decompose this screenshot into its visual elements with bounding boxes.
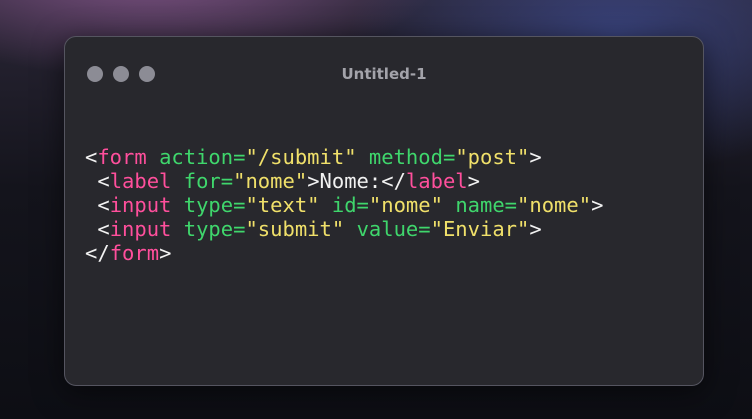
tag-name: form: [109, 241, 160, 265]
code-line: <input type="text" id="nome" name="nome"…: [85, 193, 603, 217]
code-text: >: [591, 193, 604, 217]
code-line: </form>: [85, 241, 603, 265]
code-text: <: [85, 169, 110, 193]
code-text: <: [85, 145, 98, 169]
attribute-name: for=: [183, 169, 234, 193]
code-text: >: [529, 145, 542, 169]
tag-name: label: [405, 169, 468, 193]
code-text: >: [529, 217, 542, 241]
string-value: "submit": [245, 217, 345, 241]
attribute-name: id=: [331, 193, 369, 217]
code-text: >: [467, 169, 480, 193]
tag-name: input: [109, 193, 172, 217]
string-value: "/submit": [245, 145, 357, 169]
code-line: <form action="/submit" method="post">: [85, 145, 603, 169]
tag-name: label: [109, 169, 172, 193]
code-text: <: [85, 193, 110, 217]
string-value: "text": [245, 193, 320, 217]
editor-window: Untitled-1 <form action="/submit" method…: [64, 36, 704, 386]
tag-name: input: [109, 217, 172, 241]
code-text: <: [85, 217, 110, 241]
code-line: <label for="nome">Nome:</label>: [85, 169, 603, 193]
window-title: Untitled-1: [341, 65, 427, 83]
string-value: "post": [455, 145, 530, 169]
string-value: "nome": [517, 193, 592, 217]
string-value: "Enviar": [430, 217, 530, 241]
attribute-name: type=: [183, 217, 246, 241]
tag-name: form: [97, 145, 147, 169]
string-value: "nome": [233, 169, 308, 193]
attribute-name: action=: [159, 145, 246, 169]
code-text: >Nome:</: [307, 169, 406, 193]
title-bar: Untitled-1: [65, 37, 703, 107]
code-text: </: [85, 241, 110, 265]
string-value: "nome": [368, 193, 443, 217]
attribute-name: name=: [455, 193, 518, 217]
attribute-name: value=: [356, 217, 431, 241]
code-line: <input type="submit" value="Enviar">: [85, 217, 603, 241]
attribute-name: method=: [368, 145, 456, 169]
code-text: >: [159, 241, 172, 265]
attribute-name: type=: [183, 193, 246, 217]
code-editor[interactable]: <form action="/submit" method="post"> <l…: [85, 145, 603, 265]
